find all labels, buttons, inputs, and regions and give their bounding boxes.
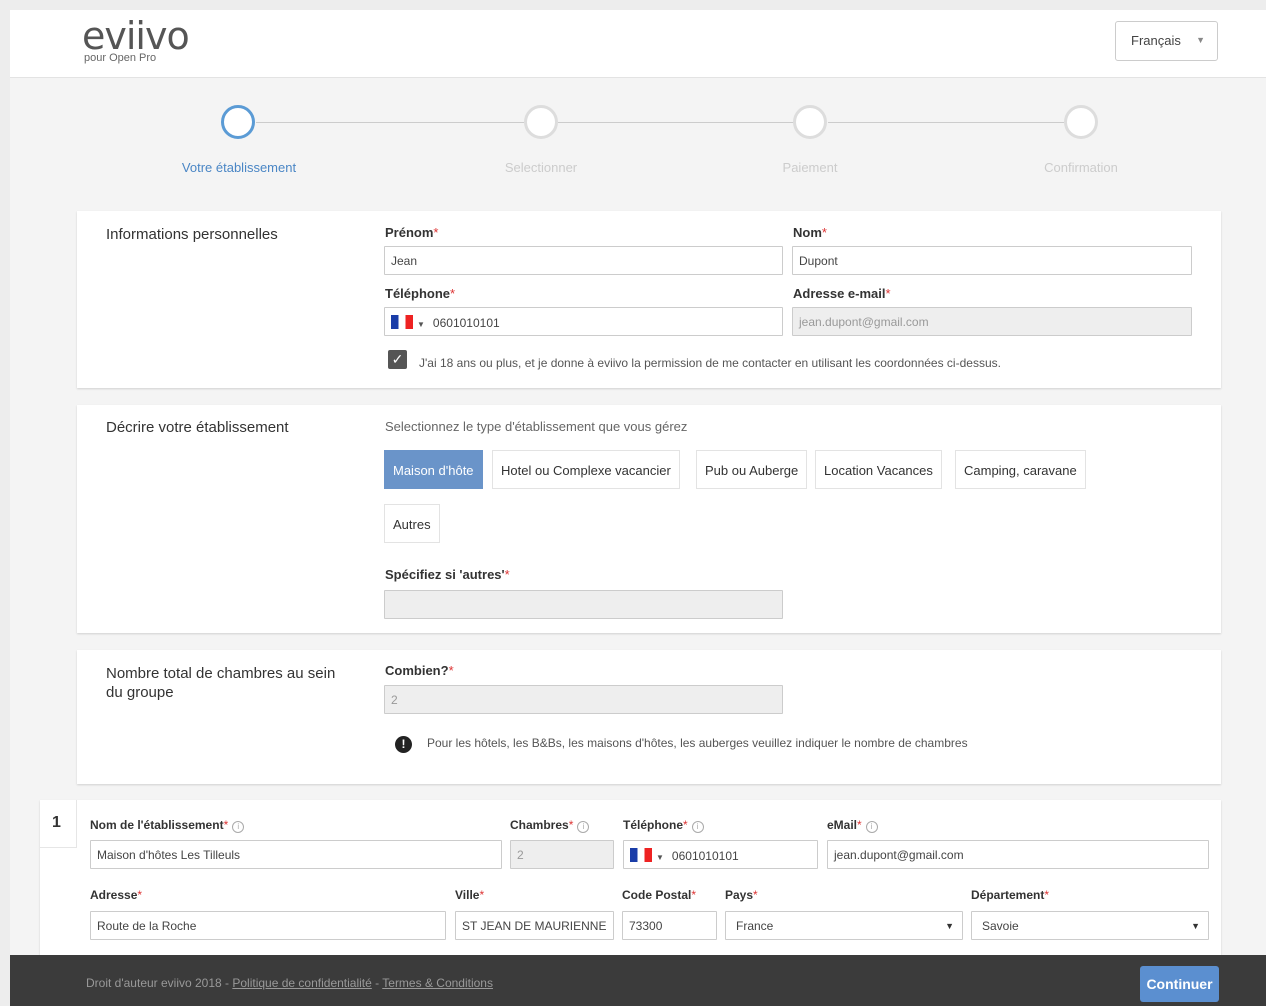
step-label-1: Votre établissement <box>181 160 297 175</box>
property-rooms-label: Chambres* i <box>510 818 590 833</box>
department-label: Département* <box>971 888 1050 902</box>
postal-code-input[interactable]: 73300 <box>622 911 717 940</box>
first-name-label: Prénom* <box>385 225 439 240</box>
rooms-count-input: 2 <box>384 685 783 714</box>
chevron-down-icon: ▼ <box>1191 921 1200 931</box>
progress-steps: Votre établissement Selectionner Paiemen… <box>10 100 1266 180</box>
personal-info-card: Informations personnelles Prénom* Jean N… <box>77 211 1221 388</box>
consent-text: J'ai 18 ans ou plus, et je donne à eviiv… <box>419 356 1001 370</box>
first-name-input[interactable]: Jean <box>384 246 783 275</box>
rooms-card: Nombre total de chambres au sein du grou… <box>77 650 1221 784</box>
step-circle-3 <box>793 105 827 139</box>
step-circle-1 <box>221 105 255 139</box>
chevron-down-icon: ▼ <box>1196 35 1205 45</box>
step-connector <box>558 122 794 123</box>
property-rooms-input: 2 <box>510 840 614 869</box>
type-maison-hote[interactable]: Maison d'hôte <box>384 450 483 489</box>
rooms-hint: Pour les hôtels, les B&Bs, les maisons d… <box>427 736 968 750</box>
info-icon[interactable]: i <box>691 821 704 833</box>
phone-input[interactable]: ▼ 0601010101 <box>384 307 783 336</box>
consent-checkbox[interactable]: ✓ <box>388 350 407 369</box>
country-select[interactable]: France ▼ <box>725 911 963 940</box>
type-hotel[interactable]: Hotel ou Complexe vacancier <box>492 450 680 489</box>
chevron-down-icon[interactable]: ▼ <box>656 853 664 862</box>
country-label: Pays* <box>725 888 758 902</box>
step-circle-4 <box>1064 105 1098 139</box>
property-email-label: eMail* i <box>827 818 878 833</box>
email-input: jean.dupont@gmail.com <box>792 307 1192 336</box>
email-label: Adresse e-mail* <box>793 286 891 301</box>
department-select[interactable]: Savoie ▼ <box>971 911 1209 940</box>
property-name-label: Nom de l'établissement* i <box>90 818 245 833</box>
info-icon[interactable]: i <box>232 821 245 833</box>
property-name-input[interactable]: Maison d'hôtes Les Tilleuls <box>90 840 502 869</box>
establishment-prompt: Selectionnez le type d'établissement que… <box>385 419 688 434</box>
section-title: Nombre total de chambres au sein du grou… <box>106 665 336 701</box>
step-label-2: Selectionner <box>504 160 578 175</box>
property-phone-input[interactable]: ▼ 0601010101 <box>623 840 818 869</box>
france-flag-icon[interactable] <box>391 315 413 329</box>
property-phone-value: 0601010101 <box>671 849 739 863</box>
copyright-text: Droit d'auteur eviivo 2018 - <box>86 976 233 990</box>
type-autres[interactable]: Autres <box>384 504 440 543</box>
section-title: Informations personnelles <box>106 226 278 243</box>
establishment-card: Décrire votre établissement Selectionnez… <box>77 405 1221 633</box>
type-camping[interactable]: Camping, caravane <box>955 450 1086 489</box>
address-input[interactable]: Route de la Roche <box>90 911 446 940</box>
property-phone-label: Téléphone* i <box>623 818 704 833</box>
privacy-link[interactable]: Politique de confidentialité <box>232 976 371 990</box>
step-label-4: Confirmation <box>1044 160 1118 175</box>
exclamation-icon: ! <box>395 736 412 753</box>
continue-button[interactable]: Continuer <box>1140 966 1219 1002</box>
info-icon[interactable]: i <box>577 821 590 833</box>
phone-label: Téléphone* <box>385 286 456 301</box>
phone-value: 0601010101 <box>432 316 500 330</box>
rooms-count-label: Combien?* <box>385 663 454 678</box>
address-label: Adresse* <box>90 888 143 902</box>
language-select[interactable]: Français ▼ <box>1115 21 1218 61</box>
chevron-down-icon: ▼ <box>945 921 954 931</box>
specify-label: Spécifiez si 'autres'* <box>385 567 510 582</box>
property-card: 1 Nom de l'établissement* i Maison d'hôte… <box>40 800 1221 970</box>
top-bar: eviivo pour Open Pro Français ▼ <box>10 10 1266 78</box>
step-connector <box>828 122 1064 123</box>
logo-subtitle: pour Open Pro <box>84 52 157 64</box>
specify-input <box>384 590 783 619</box>
last-name-input[interactable]: Dupont <box>792 246 1192 275</box>
terms-link[interactable]: Termes & Conditions <box>382 976 493 990</box>
language-value: Français <box>1131 33 1181 48</box>
department-value: Savoie <box>982 919 1019 933</box>
type-location-vacances[interactable]: Location Vacances <box>815 450 942 489</box>
type-pub[interactable]: Pub ou Auberge <box>696 450 808 489</box>
country-value: France <box>736 919 774 933</box>
footer: Droit d'auteur eviivo 2018 - Politique d… <box>10 955 1266 1006</box>
step-connector <box>256 122 524 123</box>
last-name-label: Nom* <box>793 225 827 240</box>
property-email-input[interactable]: jean.dupont@gmail.com <box>827 840 1209 869</box>
footer-separator: - <box>371 976 383 990</box>
france-flag-icon[interactable] <box>630 848 652 862</box>
city-label: Ville* <box>455 888 485 902</box>
section-title: Décrire votre établissement <box>106 419 289 436</box>
step-label-3: Paiement <box>782 160 838 175</box>
chevron-down-icon[interactable]: ▼ <box>417 320 425 329</box>
property-index: 1 <box>40 800 77 848</box>
step-circle-2 <box>524 105 558 139</box>
establishment-type-group: Maison d'hôte Hotel ou Complexe vacancie… <box>384 450 1104 489</box>
page: eviivo pour Open Pro Français ▼ Votre ét… <box>10 10 1266 1006</box>
postal-code-label: Code Postal* <box>622 888 697 902</box>
info-icon[interactable]: i <box>865 821 878 833</box>
footer-text: Droit d'auteur eviivo 2018 - Politique d… <box>86 976 493 990</box>
city-input[interactable]: ST JEAN DE MAURIENNE <box>455 911 614 940</box>
